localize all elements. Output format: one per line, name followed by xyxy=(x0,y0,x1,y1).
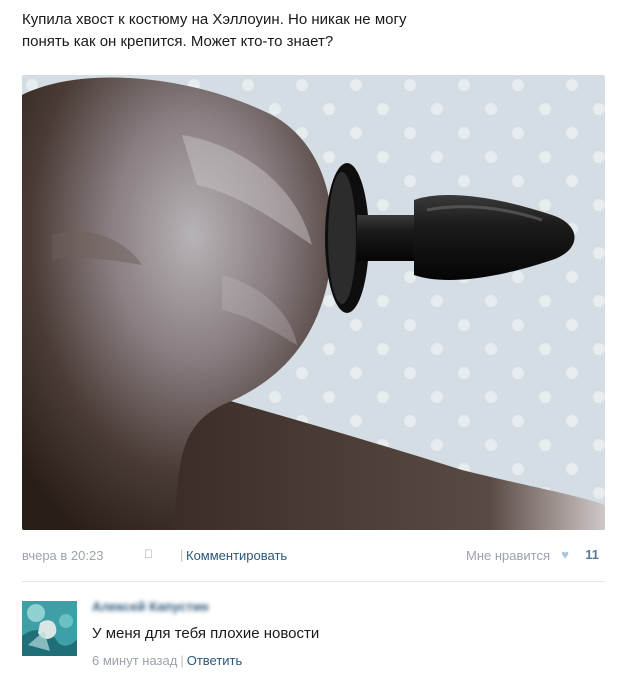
avatar-image xyxy=(22,601,77,656)
comment-author-link[interactable]: Алексей Капустин xyxy=(92,599,209,614)
like-button[interactable]: Мне нравится xyxy=(466,548,550,563)
like-count: 11 xyxy=(585,547,599,562)
avatar[interactable] xyxy=(22,601,77,656)
post-text: Купила хвост к костюму на Хэллоуин. Но н… xyxy=(22,11,407,50)
photo-image xyxy=(22,75,605,530)
meta-separator: | xyxy=(180,547,184,562)
heart-icon[interactable]: ♥ xyxy=(561,547,569,562)
comment-meta: 6 минут назад | Ответить xyxy=(92,653,242,668)
comment-text: У меня для тебя плохие новости xyxy=(92,625,320,642)
post-date-link[interactable]: вчера в 20:23 xyxy=(22,548,103,563)
wall-post: Купила хвост к костюму на Хэллоуин. Но н… xyxy=(0,0,620,675)
comment-time-link[interactable]: 6 минут назад xyxy=(92,653,177,668)
comment: Алексей Капустин У меня для тебя плохие … xyxy=(22,596,605,671)
apple-icon:  xyxy=(144,547,153,561)
divider xyxy=(22,581,605,582)
post-meta: вчера в 20:23  | Комментировать Мне нра… xyxy=(22,546,605,566)
post-photo[interactable] xyxy=(22,75,605,530)
reply-link[interactable]: Ответить xyxy=(187,653,243,668)
comment-link[interactable]: Комментировать xyxy=(186,548,287,563)
comment-meta-separator: | xyxy=(180,653,184,668)
